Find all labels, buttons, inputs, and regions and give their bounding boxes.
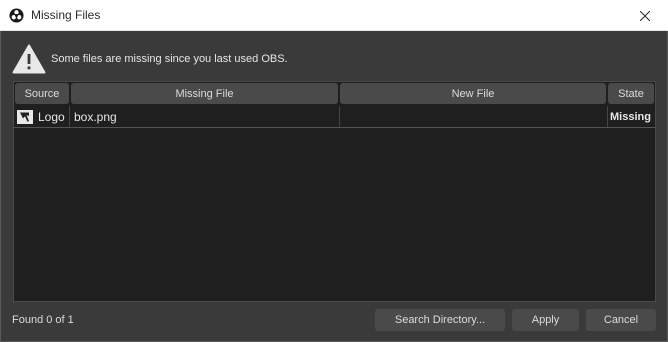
cancel-button[interactable]: Cancel (586, 309, 656, 331)
missing-files-table: Source Missing File New File State Logo … (13, 81, 656, 302)
warning-icon (12, 44, 46, 74)
missing-file-name: box.png (74, 109, 117, 124)
source-name: Logo (38, 109, 65, 124)
new-file-cell[interactable] (340, 106, 608, 127)
column-header-missing-file[interactable]: Missing File (71, 83, 338, 104)
table-row[interactable]: Logo box.png Missing (14, 106, 655, 128)
obs-logo-icon (9, 8, 24, 23)
column-header-state[interactable]: State (608, 83, 654, 104)
close-icon (640, 10, 650, 21)
window-title: Missing Files (31, 8, 101, 22)
title-bar: Missing Files (0, 0, 668, 31)
missing-file-cell[interactable]: box.png (70, 106, 340, 127)
apply-button[interactable]: Apply (512, 309, 579, 331)
table-header: Source Missing File New File State (14, 82, 655, 106)
warning-message: Some files are missing since you last us… (51, 53, 288, 65)
image-source-icon (17, 109, 33, 124)
search-directory-button[interactable]: Search Directory... (375, 309, 505, 331)
dialog-content: Some files are missing since you last us… (0, 31, 668, 342)
close-button[interactable] (622, 0, 668, 31)
column-header-new-file[interactable]: New File (340, 83, 606, 104)
state-cell: Missing (608, 106, 655, 127)
state-value: Missing (610, 110, 651, 123)
found-status: Found 0 of 1 (12, 314, 74, 326)
source-cell[interactable]: Logo (14, 106, 70, 127)
column-header-source[interactable]: Source (15, 83, 69, 104)
